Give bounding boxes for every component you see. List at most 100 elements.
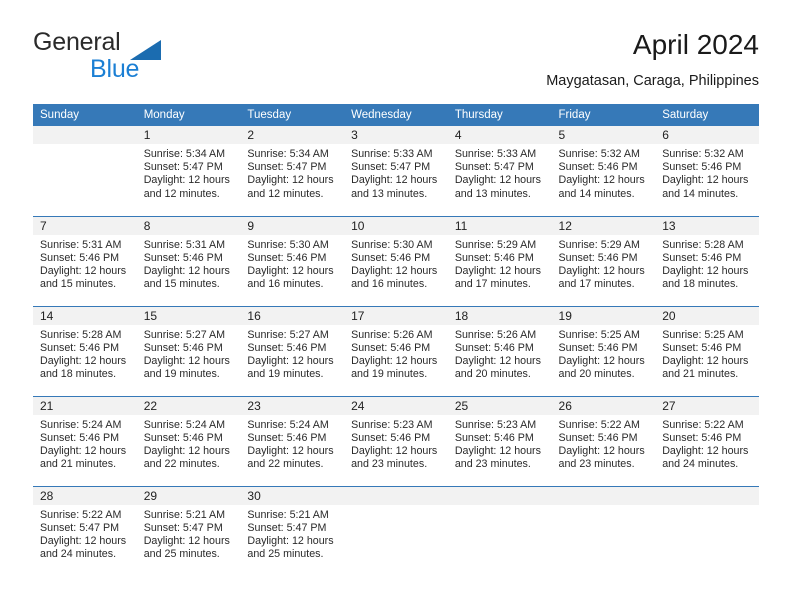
day-cell[interactable]: 13 Sunrise: 5:28 AM Sunset: 5:46 PM Dayligh… [655, 215, 759, 306]
day-cell[interactable]: 12 Sunrise: 5:29 AM Sunset: 5:46 PM Dayligh… [551, 215, 656, 306]
sunrise-text: Sunrise: 5:25 AM [662, 328, 744, 341]
general-blue-logo[interactable]: General Blue [33, 28, 233, 88]
day-details: Sunrise: 5:27 AM Sunset: 5:46 PM Daylight:… [240, 325, 344, 382]
day-details: Sunrise: 5:24 AM Sunset: 5:46 PM Daylight:… [137, 415, 241, 472]
weekday-header-friday: Friday [551, 104, 656, 126]
day-number: 3 [344, 126, 448, 144]
calendar-week-row: 21 Sunrise: 5:24 AM Sunset: 5:46 PM Dayligh… [33, 395, 759, 486]
day-cell[interactable]: 10 Sunrise: 5:30 AM Sunset: 5:46 PM Dayligh… [344, 215, 448, 306]
calendar-week-row: 7 Sunrise: 5:31 AM Sunset: 5:46 PM Daylight… [33, 215, 759, 306]
day-cell[interactable]: 8 Sunrise: 5:31 AM Sunset: 5:46 PM Daylight… [136, 215, 241, 306]
day-cell[interactable]: 17 Sunrise: 5:26 AM Sunset: 5:46 PM Dayligh… [344, 305, 448, 396]
daylight-text-line2: and 17 minutes. [558, 278, 635, 291]
weekday-row: Sunday Monday Tuesday Wednesday Thursday Frid… [33, 104, 759, 126]
day-number: 28 [33, 486, 137, 505]
daylight-text-line1: Daylight: 12 hours [454, 444, 541, 457]
daylight-text-line1: Daylight: 12 hours [143, 354, 230, 367]
calendar-header-row: Sunday Monday Tuesday Wednesday Thursday Frid… [33, 104, 759, 126]
day-number: 19 [551, 306, 656, 325]
sunset-text: Sunset: 5:46 PM [40, 431, 120, 444]
sunset-text: Sunset: 5:46 PM [558, 251, 638, 264]
sunrise-text: Sunrise: 5:32 AM [558, 148, 640, 160]
sunset-text: Sunset: 5:46 PM [351, 341, 431, 354]
day-cell[interactable]: 9 Sunrise: 5:30 AM Sunset: 5:46 PM Daylight… [240, 215, 345, 306]
daylight-text-line2: and 13 minutes. [454, 187, 531, 200]
day-cell[interactable]: 23 Sunrise: 5:24 AM Sunset: 5:46 PM Dayligh… [240, 395, 345, 486]
logo-text-general: General [33, 28, 121, 56]
day-number [33, 126, 137, 144]
sunset-text: Sunset: 5:47 PM [143, 161, 223, 174]
weekday-header-thursday: Thursday [447, 104, 552, 126]
day-cell[interactable]: 29 Sunrise: 5:21 AM Sunset: 5:47 PM Dayligh… [136, 485, 241, 576]
day-details: Sunrise: 5:34 AM Sunset: 5:47 PM Daylight:… [240, 144, 344, 201]
day-details: Sunrise: 5:30 AM Sunset: 5:46 PM Daylight:… [240, 235, 344, 292]
daylight-text-line1: Daylight: 12 hours [351, 174, 438, 187]
day-cell[interactable]: 25 Sunrise: 5:23 AM Sunset: 5:46 PM Dayligh… [447, 395, 552, 486]
sunrise-text: Sunrise: 5:34 AM [247, 148, 329, 160]
day-cell[interactable]: 6 Sunrise: 5:32 AM Sunset: 5:46 PM Daylight… [655, 126, 759, 216]
day-cell[interactable]: 21 Sunrise: 5:24 AM Sunset: 5:46 PM Dayligh… [33, 395, 137, 486]
sunset-text: Sunset: 5:47 PM [351, 161, 431, 174]
day-number: 9 [240, 216, 345, 235]
day-cell[interactable]: 27 Sunrise: 5:22 AM Sunset: 5:46 PM Dayligh… [655, 395, 759, 486]
daylight-text-line1: Daylight: 12 hours [40, 534, 127, 547]
day-number: 1 [136, 126, 241, 144]
day-cell-empty [344, 485, 448, 576]
day-number: 10 [344, 216, 448, 235]
day-details: Sunrise: 5:31 AM Sunset: 5:46 PM Daylight:… [137, 235, 241, 292]
sunset-text: Sunset: 5:46 PM [351, 251, 431, 264]
sunrise-text: Sunrise: 5:26 AM [454, 328, 537, 341]
day-cell[interactable]: 2 Sunrise: 5:34 AM Sunset: 5:47 PM Daylight… [240, 126, 345, 216]
day-cell[interactable]: 20 Sunrise: 5:25 AM Sunset: 5:46 PM Dayligh… [655, 305, 759, 396]
sunset-text: Sunset: 5:46 PM [143, 341, 223, 354]
daylight-text-line2: and 25 minutes. [143, 548, 220, 561]
sunrise-text: Sunrise: 5:22 AM [40, 508, 122, 521]
sunset-text: Sunset: 5:46 PM [247, 431, 327, 444]
day-number: 8 [136, 216, 241, 235]
day-cell[interactable]: 18 Sunrise: 5:26 AM Sunset: 5:46 PM Dayligh… [447, 305, 552, 396]
day-cell[interactable]: 5 Sunrise: 5:32 AM Sunset: 5:46 PM Daylight… [551, 126, 656, 216]
daylight-text-line2: and 13 minutes. [351, 187, 428, 200]
sunrise-text: Sunrise: 5:33 AM [454, 148, 537, 160]
calendar-week-row: 28 Sunrise: 5:22 AM Sunset: 5:47 PM Dayligh… [33, 485, 759, 576]
day-cell[interactable]: 14 Sunrise: 5:28 AM Sunset: 5:46 PM Dayligh… [33, 305, 137, 396]
day-details: Sunrise: 5:29 AM Sunset: 5:46 PM Daylight:… [552, 235, 656, 292]
day-cell[interactable]: 1 Sunrise: 5:34 AM Sunset: 5:47 PM Daylight… [136, 126, 241, 216]
daylight-text-line2: and 21 minutes. [662, 368, 739, 381]
sunset-text: Sunset: 5:46 PM [143, 251, 223, 264]
day-cell[interactable]: 22 Sunrise: 5:24 AM Sunset: 5:46 PM Dayligh… [136, 395, 241, 486]
day-number: 18 [447, 306, 552, 325]
day-cell[interactable]: 19 Sunrise: 5:25 AM Sunset: 5:46 PM Dayligh… [551, 305, 656, 396]
day-cell[interactable]: 11 Sunrise: 5:29 AM Sunset: 5:46 PM Dayligh… [447, 215, 552, 306]
page-title: April 2024 [632, 29, 759, 60]
day-cell[interactable]: 26 Sunrise: 5:22 AM Sunset: 5:46 PM Dayligh… [551, 395, 656, 486]
day-number: 16 [240, 306, 345, 325]
page-subtitle-location: Maygatasan, Caraga, Philippines [546, 73, 759, 89]
day-cell[interactable]: 16 Sunrise: 5:27 AM Sunset: 5:46 PM Dayligh… [240, 305, 345, 396]
day-number: 4 [447, 126, 552, 144]
day-cell[interactable]: 28 Sunrise: 5:22 AM Sunset: 5:47 PM Dayligh… [33, 485, 137, 576]
day-cell[interactable]: 24 Sunrise: 5:23 AM Sunset: 5:46 PM Dayligh… [344, 395, 448, 486]
day-number [655, 486, 759, 505]
daylight-text-line1: Daylight: 12 hours [662, 174, 749, 187]
sunrise-text: Sunrise: 5:21 AM [143, 508, 226, 521]
sunrise-text: Sunrise: 5:34 AM [143, 148, 226, 160]
day-number [344, 486, 448, 505]
sunset-text: Sunset: 5:46 PM [662, 431, 742, 444]
day-cell[interactable]: 7 Sunrise: 5:31 AM Sunset: 5:46 PM Daylight… [33, 215, 137, 306]
day-cell[interactable]: 15 Sunrise: 5:27 AM Sunset: 5:46 PM Dayligh… [136, 305, 241, 396]
day-details: Sunrise: 5:27 AM Sunset: 5:46 PM Daylight:… [137, 325, 241, 382]
sunrise-text: Sunrise: 5:29 AM [454, 238, 537, 251]
day-cell[interactable]: 30 Sunrise: 5:21 AM Sunset: 5:47 PM Dayligh… [240, 485, 345, 576]
day-cell[interactable]: 3 Sunrise: 5:33 AM Sunset: 5:47 PM Daylight… [344, 126, 448, 216]
day-number: 6 [655, 126, 759, 144]
sunset-text: Sunset: 5:46 PM [351, 431, 431, 444]
sunrise-text: Sunrise: 5:33 AM [351, 148, 433, 160]
sunset-text: Sunset: 5:47 PM [454, 161, 534, 174]
day-cell[interactable]: 4 Sunrise: 5:33 AM Sunset: 5:47 PM Daylight… [447, 126, 552, 216]
daylight-text-line1: Daylight: 12 hours [247, 444, 334, 457]
day-details: Sunrise: 5:21 AM Sunset: 5:47 PM Daylight:… [240, 505, 344, 562]
day-number: 25 [447, 396, 552, 415]
daylight-text-line2: and 18 minutes. [662, 278, 739, 291]
day-details: Sunrise: 5:22 AM Sunset: 5:47 PM Daylight:… [33, 505, 137, 562]
